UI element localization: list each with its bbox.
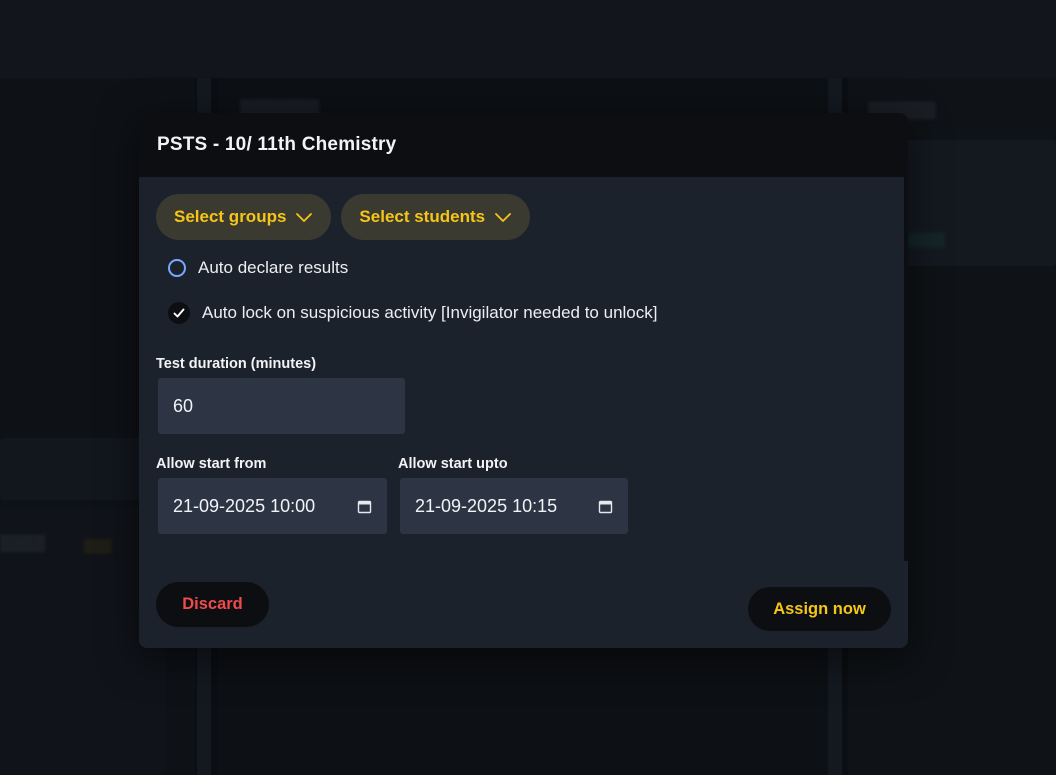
calendar-icon[interactable] [598,499,613,514]
modal-body: Select groups Select students Auto decla… [139,177,908,534]
chevron-down-icon [495,213,511,222]
chevron-down-icon [296,213,313,222]
start-from-field-group: Allow start from 21-09-2025 10:00 [156,456,398,534]
start-upto-value: 21-09-2025 10:15 [415,495,558,516]
start-upto-label: Allow start upto [398,456,508,472]
start-upto-field-group: Allow start upto 21-09-2025 10:15 [398,456,640,534]
assign-test-modal: PSTS - 10/ 11th Chemistry Select groups … [139,113,908,648]
duration-field-group: Test duration (minutes) 60 [156,356,891,434]
duration-value: 60 [173,395,194,416]
auto-lock-option[interactable]: Auto lock on suspicious activity [Invigi… [168,302,891,324]
assign-now-button[interactable]: Assign now [748,587,891,631]
calendar-icon[interactable] [357,499,372,514]
auto-declare-option[interactable]: Auto declare results [168,258,891,278]
auto-declare-label: Auto declare results [198,258,349,277]
auto-lock-label: Auto lock on suspicious activity [Invigi… [202,303,658,322]
select-groups-label: Select groups [174,207,287,226]
select-students-label: Select students [359,207,486,226]
auto-lock-checkbox[interactable] [168,302,190,324]
select-students-dropdown[interactable]: Select students [341,194,531,240]
auto-declare-checkbox[interactable] [168,259,186,277]
selector-row: Select groups Select students [156,194,891,240]
duration-input[interactable]: 60 [158,378,405,434]
start-from-label: Allow start from [156,456,267,472]
start-from-value: 21-09-2025 10:00 [173,495,316,516]
checkmark-icon [173,308,185,318]
select-groups-dropdown[interactable]: Select groups [156,194,332,240]
modal-header: PSTS - 10/ 11th Chemistry [139,113,908,177]
start-from-datetime-input[interactable]: 21-09-2025 10:00 [158,478,387,534]
discard-button[interactable]: Discard [156,582,269,627]
start-upto-datetime-input[interactable]: 21-09-2025 10:15 [400,478,628,534]
modal-title: PSTS - 10/ 11th Chemistry [157,134,397,155]
date-fields-row: Allow start from 21-09-2025 10:00 Allow … [156,456,891,534]
duration-label: Test duration (minutes) [156,356,317,372]
